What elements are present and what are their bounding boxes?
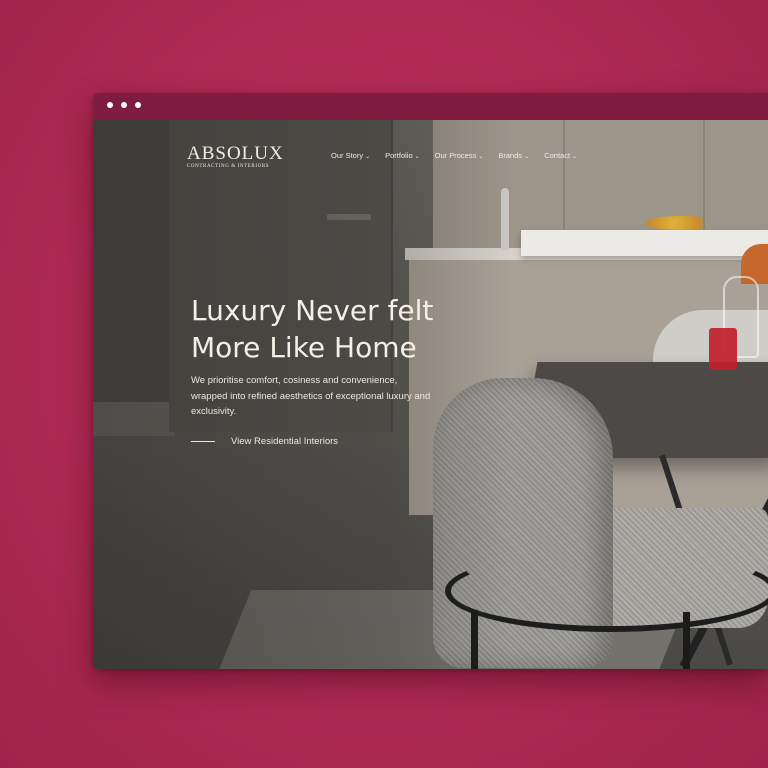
island-image (521, 230, 768, 256)
chevron-down-icon: ⌄ (572, 154, 578, 160)
logo-text: ABSOLUX (187, 143, 284, 164)
view-residential-link[interactable]: View Residential Interiors (191, 436, 338, 447)
hero-headline-line2: More Like Home (191, 331, 417, 364)
window-dot-icon (107, 102, 113, 108)
nav-item-brands[interactable]: Brands ⌄ (498, 151, 529, 160)
cta-line-icon (191, 441, 215, 442)
browser-window: ABSOLUX CONTRACTING & INTERIORS Our Stor… (93, 93, 768, 669)
logo-tagline: CONTRACTING & INTERIORS (187, 164, 270, 169)
hero-headline: Luxury Never felt More Like Home (191, 292, 511, 366)
hero-headline-line1: Luxury Never felt (191, 294, 434, 327)
fruit-bowl-image (645, 216, 717, 230)
main-nav: Our Story ⌄ Portfolio ⌄ Our Process ⌄ Brand… (331, 151, 592, 160)
window-dot-icon (135, 102, 141, 108)
red-glass-image (709, 328, 737, 370)
nav-item-our-process[interactable]: Our Process ⌄ (435, 151, 484, 160)
logo[interactable]: ABSOLUX CONTRACTING & INTERIORS (187, 144, 284, 169)
browser-title-bar (93, 93, 768, 120)
hero-subtext: We prioritise comfort, cosiness and conv… (191, 375, 431, 417)
nav-item-portfolio[interactable]: Portfolio ⌄ (385, 151, 420, 160)
nav-item-our-story[interactable]: Our Story ⌄ (331, 151, 370, 160)
chevron-down-icon: ⌄ (478, 154, 484, 160)
nav-item-contact[interactable]: Contact ⌄ (544, 151, 577, 160)
chevron-down-icon: ⌄ (524, 154, 530, 160)
hero-section: ABSOLUX CONTRACTING & INTERIORS Our Stor… (93, 120, 768, 669)
chair-leg-image (683, 612, 690, 669)
chevron-down-icon: ⌄ (365, 154, 371, 160)
cta-label: View Residential Interiors (231, 436, 339, 447)
window-dot-icon (121, 102, 127, 108)
chevron-down-icon: ⌄ (414, 154, 420, 160)
